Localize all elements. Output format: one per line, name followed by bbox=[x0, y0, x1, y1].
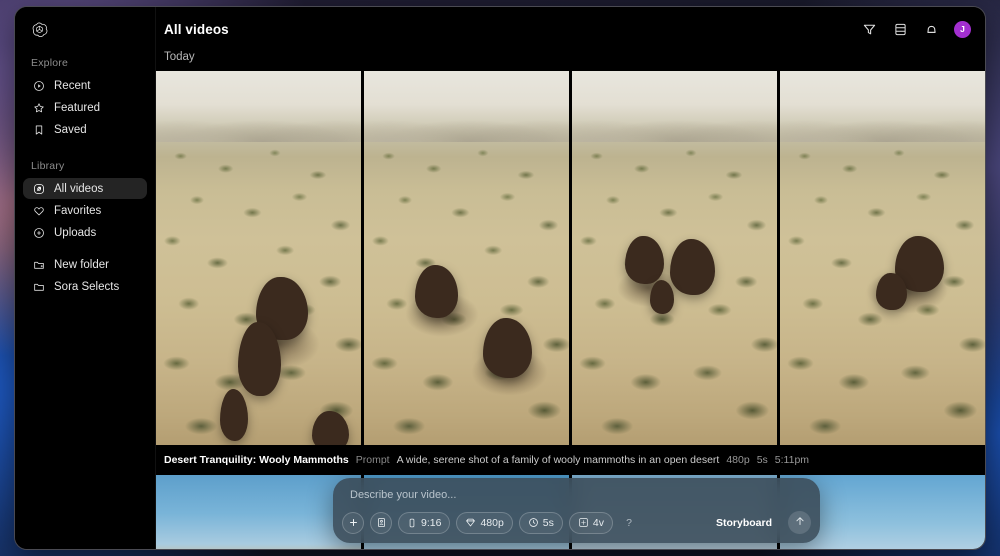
sidebar-item-recent[interactable]: Recent bbox=[23, 75, 147, 96]
layout-rows-icon[interactable] bbox=[892, 21, 909, 38]
scene-background bbox=[156, 475, 361, 549]
clock-icon bbox=[528, 517, 539, 528]
variations-label: 4v bbox=[593, 517, 604, 529]
folder-icon bbox=[32, 280, 45, 293]
sidebar-item-label: Favorites bbox=[54, 205, 101, 217]
sidebar-item-label: Saved bbox=[54, 124, 87, 136]
scene-shrubs bbox=[156, 131, 361, 445]
main-content: All videos bbox=[156, 7, 985, 549]
sidebar-item-saved[interactable]: Saved bbox=[23, 119, 147, 140]
sidebar-item-sora-selects[interactable]: Sora Selects bbox=[23, 276, 147, 297]
sora-app-window: Explore Recent Featured bbox=[14, 6, 986, 550]
question-mark-icon: ? bbox=[626, 517, 632, 529]
video-resolution: 480p bbox=[726, 454, 749, 466]
openai-logo-icon[interactable] bbox=[23, 7, 147, 51]
desktop-wallpaper: Explore Recent Featured bbox=[0, 0, 1000, 556]
arrow-up-icon bbox=[794, 514, 806, 532]
aspect-ratio-button[interactable]: 9:16 bbox=[398, 512, 450, 534]
video-meta-row: Desert Tranquility: Wooly Mammoths Promp… bbox=[156, 445, 985, 475]
sidebar-section-explore: Explore Recent Featured bbox=[23, 57, 147, 140]
bell-icon[interactable] bbox=[923, 21, 940, 38]
video-frame-1[interactable] bbox=[156, 71, 361, 445]
sidebar-section-library: Library All videos bbox=[23, 160, 147, 297]
folder-plus-icon bbox=[32, 258, 45, 271]
mammoth-figure bbox=[876, 273, 907, 310]
video-frame-4[interactable] bbox=[780, 71, 985, 445]
duration-button[interactable]: 5s bbox=[519, 512, 563, 534]
sidebar-item-featured[interactable]: Featured bbox=[23, 97, 147, 118]
filter-icon[interactable] bbox=[861, 21, 878, 38]
video-row-1 bbox=[156, 71, 985, 445]
heart-icon bbox=[32, 204, 45, 217]
prompt-composer: Describe your video... bbox=[333, 478, 820, 543]
plus-icon bbox=[348, 517, 359, 528]
video-frame-2[interactable] bbox=[364, 71, 569, 445]
prompt-controls: 9:16 480p bbox=[342, 511, 811, 534]
aperture-icon bbox=[32, 182, 45, 195]
bookmark-icon bbox=[32, 123, 45, 136]
add-attachment-button[interactable] bbox=[342, 512, 364, 534]
video-duration: 5s bbox=[757, 454, 768, 466]
sidebar-item-uploads[interactable]: Uploads bbox=[23, 222, 147, 243]
storyboard-button[interactable]: Storyboard bbox=[706, 512, 782, 534]
sidebar-item-label: All videos bbox=[54, 183, 103, 195]
submit-button[interactable] bbox=[788, 511, 811, 534]
sidebar-section-label-explore: Explore bbox=[23, 57, 147, 75]
video-frame-3[interactable] bbox=[572, 71, 777, 445]
duration-label: 5s bbox=[543, 517, 554, 529]
play-circle-icon bbox=[32, 79, 45, 92]
scene-shrubs bbox=[364, 131, 569, 445]
sidebar-section-label-library: Library bbox=[23, 160, 147, 178]
diamond-icon bbox=[465, 517, 476, 528]
sidebar-item-label: Sora Selects bbox=[54, 281, 119, 293]
sidebar-item-favorites[interactable]: Favorites bbox=[23, 200, 147, 221]
plus-circle-icon bbox=[32, 226, 45, 239]
top-bar: All videos bbox=[156, 7, 985, 51]
top-bar-actions: J bbox=[861, 21, 971, 38]
sidebar-item-label: Recent bbox=[54, 80, 90, 92]
sidebar-item-all-videos[interactable]: All videos bbox=[23, 178, 147, 199]
grid-icon bbox=[578, 517, 589, 528]
sidebar-divider-gap bbox=[23, 244, 147, 254]
sidebar: Explore Recent Featured bbox=[15, 7, 156, 549]
prompt-text: A wide, serene shot of a family of wooly… bbox=[397, 454, 720, 466]
preset-card-button[interactable] bbox=[370, 512, 392, 534]
help-button[interactable]: ? bbox=[619, 512, 639, 534]
resolution-label: 480p bbox=[480, 517, 503, 529]
sidebar-item-label: New folder bbox=[54, 259, 109, 271]
video-timestamp: 5:11pm bbox=[775, 454, 809, 466]
video-title: Desert Tranquility: Wooly Mammoths bbox=[164, 454, 349, 466]
card-image-icon bbox=[376, 517, 387, 528]
sidebar-item-label: Featured bbox=[54, 102, 100, 114]
phone-icon bbox=[407, 518, 417, 528]
sidebar-item-label: Uploads bbox=[54, 227, 96, 239]
video-frame-5[interactable] bbox=[156, 475, 361, 549]
resolution-button[interactable]: 480p bbox=[456, 512, 512, 534]
sidebar-item-new-folder[interactable]: New folder bbox=[23, 254, 147, 275]
prompt-input[interactable]: Describe your video... bbox=[342, 489, 811, 511]
aspect-ratio-label: 9:16 bbox=[421, 517, 441, 529]
avatar[interactable]: J bbox=[954, 21, 971, 38]
prompt-right-actions: Storyboard bbox=[706, 511, 811, 534]
day-group-label: Today bbox=[156, 51, 985, 71]
prompt-label: Prompt bbox=[356, 454, 390, 466]
star-icon bbox=[32, 101, 45, 114]
variations-button[interactable]: 4v bbox=[569, 512, 613, 534]
page-title: All videos bbox=[164, 22, 229, 37]
